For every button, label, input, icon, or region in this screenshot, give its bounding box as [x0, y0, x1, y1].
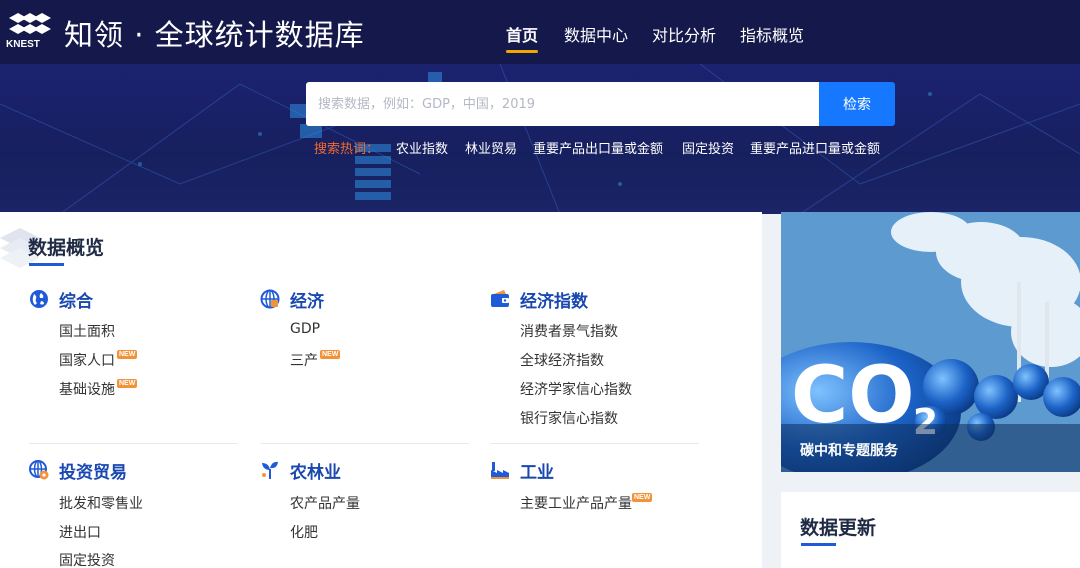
site-title: 知领 · 全球统计数据库	[64, 18, 365, 52]
banner-label: 碳中和专题服务	[800, 443, 898, 459]
category-link[interactable]: 基础设施	[59, 379, 115, 399]
category-link[interactable]: 全球经济指数	[520, 350, 604, 370]
category-link[interactable]: 固定投资	[59, 550, 115, 568]
category-link[interactable]: 国土面积	[59, 321, 115, 341]
category-economic-index[interactable]: 经济指数	[490, 288, 588, 312]
category-link[interactable]: GDP	[290, 321, 320, 337]
hot-term-link[interactable]: 林业贸易	[465, 138, 517, 157]
category-industry[interactable]: 工业	[490, 459, 554, 483]
section-divider	[29, 443, 238, 444]
globe-icon	[30, 290, 48, 308]
category-investment-trade[interactable]: 投资贸易	[29, 459, 127, 483]
logo-mark-icon	[9, 13, 51, 34]
updates-title-underline	[801, 543, 836, 546]
updates-title: 数据更新	[800, 517, 877, 539]
category-link[interactable]: 经济学家信心指数	[520, 379, 632, 399]
category-link[interactable]: 批发和零售业	[59, 493, 143, 513]
category-label: 投资贸易	[59, 462, 127, 483]
nav-comparison-label: 对比分析	[652, 26, 717, 45]
hero-search-area: 检索 搜索热词： 农业指数 林业贸易 重要产品出口量或金额 固定投资 重要产品进…	[0, 64, 1080, 214]
category-economy[interactable]: 经济	[260, 288, 324, 312]
hot-term-link[interactable]: 固定投资	[682, 138, 734, 157]
hot-terms-label: 搜索热词：	[314, 142, 380, 157]
top-navigation-bar: KNEST 知领 · 全球统计数据库 首页 数据中心 对比分析 指标概览	[0, 0, 1080, 64]
nav-active-underline	[506, 50, 539, 53]
nav-comparison[interactable]: 对比分析	[652, 22, 716, 46]
factory-icon	[491, 462, 509, 479]
section-divider	[260, 443, 469, 444]
globe-gear-icon	[29, 460, 49, 480]
category-link[interactable]: 农产品产量	[290, 493, 360, 513]
category-label: 综合	[59, 291, 93, 312]
category-link[interactable]: 主要工业产品产量	[520, 493, 632, 513]
site-logo[interactable]: KNEST	[4, 8, 56, 54]
data-updates-panel: 数据更新	[781, 492, 1080, 568]
nav-home[interactable]: 首页	[506, 22, 539, 53]
category-label: 经济指数	[520, 291, 588, 312]
nav-indicators-label: 指标概览	[740, 26, 805, 45]
category-link[interactable]: 进出口	[59, 522, 101, 542]
logo-text: KNEST	[6, 39, 40, 50]
banner-image: CO 2	[781, 212, 1080, 472]
globe-grid-icon	[260, 289, 280, 309]
category-general[interactable]: 综合	[29, 288, 93, 312]
wallet-icon	[491, 290, 509, 307]
hot-term-link[interactable]: 重要产品进口量或金额	[750, 138, 880, 157]
category-label: 经济	[290, 291, 324, 312]
sprout-icon	[262, 461, 278, 479]
nav-home-label: 首页	[506, 26, 539, 45]
category-link[interactable]: 化肥	[290, 522, 318, 542]
new-badge: NEW	[117, 379, 138, 388]
nav-data-center[interactable]: 数据中心	[564, 22, 628, 46]
new-badge: NEW	[320, 350, 341, 359]
category-link[interactable]: 消费者景气指数	[520, 321, 618, 341]
search-button[interactable]: 检索	[819, 82, 895, 126]
category-link[interactable]: 国家人口	[59, 350, 115, 370]
data-overview-panel: 数据概览 综合 国土面积 国家人口 NEW 基础设施 NEW 经济 GDP 三产…	[0, 212, 762, 568]
carbon-neutral-banner[interactable]: CO 2 碳中和专题服务	[781, 212, 1080, 472]
new-badge: NEW	[117, 350, 138, 359]
category-label: 工业	[520, 462, 554, 483]
overview-title: 数据概览	[28, 237, 105, 259]
section-divider	[490, 443, 699, 444]
hot-term-link[interactable]: 农业指数	[396, 138, 448, 157]
nav-data-center-label: 数据中心	[564, 26, 629, 45]
category-link[interactable]: 银行家信心指数	[520, 408, 618, 428]
category-agriculture-forestry[interactable]: 农林业	[260, 459, 341, 483]
overview-title-underline	[29, 263, 64, 266]
new-badge: NEW	[632, 493, 653, 502]
category-label: 农林业	[290, 462, 341, 483]
search-input[interactable]	[306, 82, 820, 126]
nav-indicators[interactable]: 指标概览	[740, 22, 804, 46]
hot-term-link[interactable]: 重要产品出口量或金额	[533, 138, 663, 157]
category-link[interactable]: 三产	[290, 350, 318, 370]
